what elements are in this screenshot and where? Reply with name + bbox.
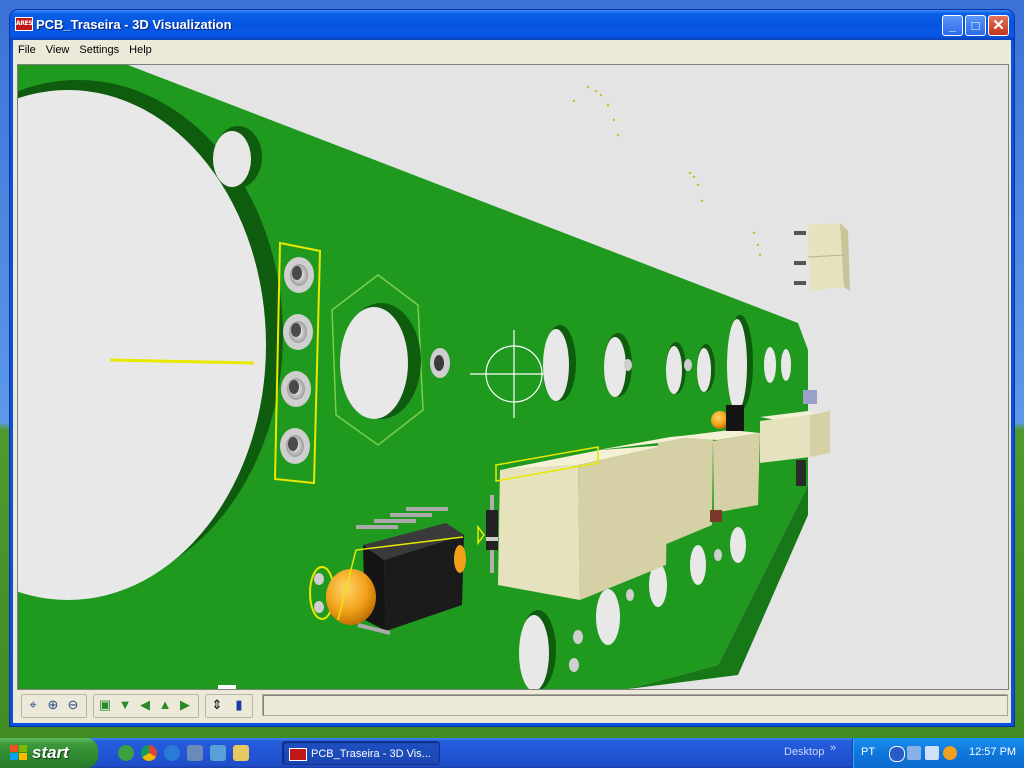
small-chip: [726, 405, 744, 431]
close-button[interactable]: ✕: [988, 15, 1009, 36]
menu-bar: File View Settings Help: [13, 40, 1011, 60]
menu-help[interactable]: Help: [124, 40, 157, 60]
taskbar: start PCB_Traseira - 3D Vis... Desktop »…: [0, 738, 1024, 768]
utorrent-icon[interactable]: [118, 745, 134, 761]
view-right-icon[interactable]: ▶: [176, 696, 194, 714]
taskbar-window-label: PCB_Traseira - 3D Vis...: [311, 748, 431, 760]
mount-hole: [213, 131, 251, 187]
view-front-icon[interactable]: ▲: [156, 696, 174, 714]
ares-app-icon: ARES: [15, 17, 33, 31]
menu-file[interactable]: File: [13, 40, 41, 60]
start-button[interactable]: start: [0, 738, 98, 768]
3d-viewport[interactable]: [17, 64, 1009, 690]
start-label: start: [32, 743, 69, 762]
view-left-icon[interactable]: ◀: [136, 696, 154, 714]
language-indicator[interactable]: PT: [861, 746, 875, 758]
desktop-toolbar-label[interactable]: Desktop: [784, 746, 824, 758]
floating-connector: [794, 223, 850, 291]
hex-hole: [340, 307, 408, 419]
resistor: [710, 510, 722, 522]
app-window: ARES PCB_Traseira - 3D Visualization _ □…: [10, 10, 1014, 726]
view-top-icon[interactable]: ▣: [96, 696, 114, 714]
clock[interactable]: 12:57 PM: [969, 746, 1016, 758]
maximize-button[interactable]: □: [965, 15, 986, 36]
system-tray: PT 12:57 PM: [852, 738, 1024, 768]
ares-task-icon: [289, 748, 307, 761]
floating-pins: [572, 85, 762, 257]
navigation-tool-group: ⌖ ⊕ ⊖: [21, 694, 87, 718]
network-icon[interactable]: [187, 745, 203, 761]
media-icon[interactable]: [210, 745, 226, 761]
menu-settings[interactable]: Settings: [74, 40, 124, 60]
network-tray-icon[interactable]: [907, 746, 921, 760]
chevron-icon[interactable]: »: [830, 742, 836, 754]
relay-4: [760, 411, 830, 463]
height-icon[interactable]: ⇕: [208, 696, 226, 714]
internet-explorer-icon[interactable]: [164, 745, 180, 761]
view-tool-group: ▣ ▼ ◀ ▲ ▶: [93, 694, 199, 718]
zoom-in-icon[interactable]: ⊕: [44, 696, 62, 714]
windows-logo-icon: [10, 745, 27, 760]
zoom-out-icon[interactable]: ⊖: [64, 696, 82, 714]
minimize-button[interactable]: _: [942, 15, 963, 36]
folder-icon[interactable]: [233, 745, 249, 761]
display-tool-group: ⇕ ▮: [205, 694, 253, 718]
taskbar-window-button[interactable]: PCB_Traseira - 3D Vis...: [282, 741, 440, 765]
edge-marker: [218, 685, 236, 689]
menu-view[interactable]: View: [41, 40, 75, 60]
client-area: ⌖ ⊕ ⊖ ▣ ▼ ◀ ▲ ▶ ⇕ ▮: [13, 60, 1011, 723]
window-title: PCB_Traseira - 3D Visualization: [36, 17, 232, 32]
component-icon[interactable]: ▮: [230, 696, 248, 714]
view-toolbar: ⌖ ⊕ ⊖ ▣ ▼ ◀ ▲ ▶ ⇕ ▮: [17, 692, 1008, 718]
pcb-3d-scene: [18, 65, 850, 689]
pan-icon[interactable]: ⌖: [24, 696, 42, 714]
title-bar[interactable]: ARES PCB_Traseira - 3D Visualization _ □…: [10, 10, 1014, 40]
back-arrow-icon[interactable]: [889, 746, 905, 762]
update-icon[interactable]: [943, 746, 957, 760]
small-component: [803, 390, 817, 404]
status-field: [262, 694, 1008, 716]
small-ic: [796, 460, 806, 486]
view-bottom-icon[interactable]: ▼: [116, 696, 134, 714]
safely-remove-icon[interactable]: [925, 746, 939, 760]
chrome-icon[interactable]: [141, 745, 157, 761]
